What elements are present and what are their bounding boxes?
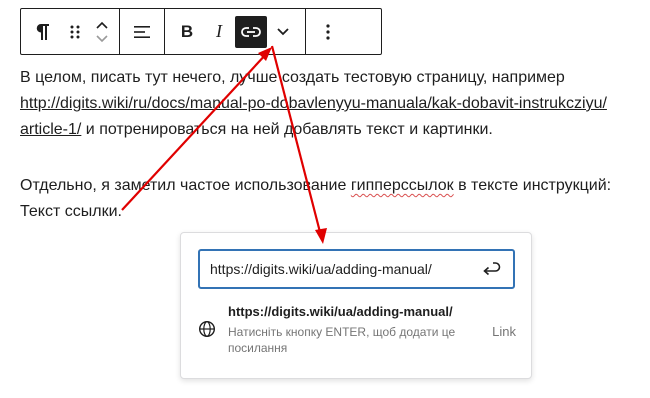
url-field[interactable] xyxy=(198,249,515,289)
paragraph-icon[interactable] xyxy=(27,16,59,48)
drag-handle-icon[interactable] xyxy=(59,16,91,48)
link-button[interactable] xyxy=(235,15,267,48)
paragraph-1[interactable]: В целом, писать тут нечего, лучше создат… xyxy=(20,65,650,143)
link-suggestion[interactable]: https://digits.wiki/ua/adding-manual/ На… xyxy=(198,303,518,363)
paragraph-text: в тексте инструкций: xyxy=(453,177,612,194)
link-popover: https://digits.wiki/ua/adding-manual/ На… xyxy=(180,232,532,379)
url-input[interactable] xyxy=(210,261,479,277)
link-icon xyxy=(241,26,261,37)
suggestion-hint-line-1: Натисніть кнопку ENTER, щоб додати це xyxy=(228,325,456,339)
suggestion-hint: Натисніть кнопку ENTER, щоб додати це по… xyxy=(228,324,468,356)
misspelled-word[interactable]: гипперссылок xyxy=(351,177,454,194)
align-left-icon[interactable] xyxy=(126,16,158,48)
options-button[interactable] xyxy=(312,16,344,48)
suggestion-text: https://digits.wiki/ua/adding-manual/ На… xyxy=(228,303,468,363)
hyperlink-line-1: http://digits.wiki/ru/docs/manual-po-dob… xyxy=(20,95,607,112)
more-formatting-button[interactable] xyxy=(267,16,299,48)
chevron-down-icon xyxy=(277,27,289,35)
paragraph-2[interactable]: Отдельно, я заметил частое использование… xyxy=(20,173,650,225)
block-toolbar: B I xyxy=(20,8,382,55)
formatting-group: B I xyxy=(165,9,306,54)
selected-link-text[interactable]: Текст ссылки. xyxy=(20,203,122,220)
block-movers xyxy=(91,12,113,52)
suggestion-type: Link xyxy=(492,324,516,339)
alignment-group xyxy=(120,9,165,54)
suggestion-title: https://digits.wiki/ua/adding-manual/ xyxy=(228,304,453,319)
block-controls-group xyxy=(21,9,120,54)
bold-button[interactable]: B xyxy=(171,16,203,48)
globe-icon xyxy=(198,320,220,363)
paragraph-text: В целом, писать тут нечего, лучше создат… xyxy=(20,69,565,86)
paragraph-text: и потренироваться на ней добавлять текст… xyxy=(81,121,493,138)
chevron-up-icon[interactable] xyxy=(95,20,109,30)
suggestion-hint-line-2: посилання xyxy=(228,341,288,355)
italic-button[interactable]: I xyxy=(203,16,235,48)
options-group xyxy=(306,9,350,54)
vertical-ellipsis-icon xyxy=(326,23,330,40)
chevron-down-icon[interactable] xyxy=(95,34,109,44)
enter-return-icon[interactable] xyxy=(479,257,503,281)
paragraph-text: Отдельно, я заметил частое использование xyxy=(20,177,351,194)
hyperlink-line-2: article-1/ xyxy=(20,121,82,138)
